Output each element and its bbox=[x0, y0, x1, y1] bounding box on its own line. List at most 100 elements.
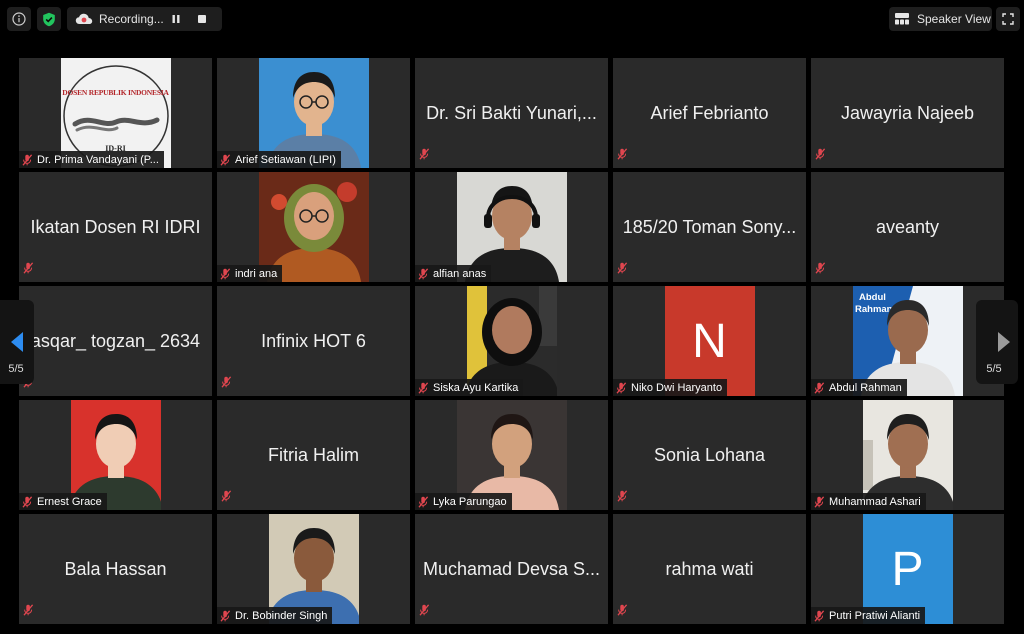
fullscreen-icon bbox=[1002, 13, 1014, 25]
participant-label: Abdul Rahman bbox=[811, 379, 907, 396]
participant-name: Abdul Rahman bbox=[829, 381, 902, 394]
pause-icon bbox=[172, 15, 180, 23]
info-button[interactable] bbox=[7, 7, 31, 31]
participant-label: Dr. Bobinder Singh bbox=[217, 607, 333, 624]
mic-muted-icon bbox=[616, 381, 627, 394]
participant-tile[interactable]: Muhammad Ashari bbox=[811, 400, 1004, 510]
participant-name: Arief Febrianto bbox=[650, 102, 769, 123]
participant-tile[interactable]: Fitria Halim bbox=[217, 400, 410, 510]
svg-text:Rahman: Rahman bbox=[855, 304, 893, 315]
mic-muted-icon bbox=[419, 148, 430, 160]
mic-status bbox=[221, 375, 232, 393]
participant-tile[interactable]: Lyka Parungao bbox=[415, 400, 608, 510]
participant-tile[interactable]: Jawayria Najeeb bbox=[811, 58, 1004, 168]
participant-tile[interactable]: Ernest Grace bbox=[19, 400, 212, 510]
mic-muted-icon bbox=[419, 604, 430, 616]
participant-tile[interactable]: DOSEN REPUBLIK INDONESIA ID-RI Dr. Prima V… bbox=[19, 58, 212, 168]
participant-tile[interactable]: Bala Hassan bbox=[19, 514, 212, 624]
participant-name: 185/20 Toman Sony... bbox=[622, 216, 797, 237]
participant-tile[interactable]: 185/20 Toman Sony... bbox=[613, 172, 806, 282]
shield-check-icon bbox=[43, 12, 55, 26]
participant-name: rahma wati bbox=[665, 558, 754, 579]
participant-name: Ikatan Dosen RI IDRI bbox=[30, 216, 201, 237]
mic-status bbox=[617, 261, 628, 279]
participant-name: asqar_ togzan_ 2634 bbox=[30, 330, 201, 351]
participant-tile[interactable]: Dr. Sri Bakti Yunari,... bbox=[415, 58, 608, 168]
mic-muted-icon bbox=[617, 262, 628, 274]
participant-tile[interactable]: asqar_ togzan_ 2634 bbox=[19, 286, 212, 396]
participant-name: Jawayria Najeeb bbox=[840, 102, 975, 123]
mic-muted-icon bbox=[23, 262, 34, 274]
participant-label: Siska Ayu Kartika bbox=[415, 379, 524, 396]
participant-tile[interactable]: indri ana bbox=[217, 172, 410, 282]
stop-icon bbox=[198, 15, 206, 23]
grid-view-icon bbox=[895, 13, 909, 25]
mic-muted-icon bbox=[220, 609, 231, 622]
participant-grid: DOSEN REPUBLIK INDONESIA ID-RI Dr. Prima V… bbox=[19, 58, 1007, 624]
pause-recording-button[interactable] bbox=[165, 8, 187, 30]
participant-name: aveanty bbox=[875, 216, 940, 237]
mic-muted-icon bbox=[617, 604, 628, 616]
participant-tile[interactable]: Arief Setiawan (LIPI) bbox=[217, 58, 410, 168]
mic-muted-icon bbox=[22, 153, 33, 166]
participant-label: Dr. Prima Vandayani (P... bbox=[19, 151, 164, 168]
mic-muted-icon bbox=[814, 495, 825, 508]
mic-muted-icon bbox=[221, 376, 232, 388]
participant-name: Infinix HOT 6 bbox=[261, 330, 366, 351]
mic-status bbox=[23, 603, 34, 621]
participant-label: Arief Setiawan (LIPI) bbox=[217, 151, 341, 168]
mic-muted-icon bbox=[220, 267, 231, 280]
participant-tile[interactable]: Infinix HOT 6 bbox=[217, 286, 410, 396]
participant-tile[interactable]: aveanty bbox=[811, 172, 1004, 282]
participant-name: Putri Pratiwi Alianti bbox=[829, 609, 921, 622]
mic-muted-icon bbox=[814, 609, 825, 622]
mic-muted-icon bbox=[221, 490, 232, 502]
participant-label: alfian anas bbox=[415, 265, 492, 282]
participant-tile[interactable]: Dr. Bobinder Singh bbox=[217, 514, 410, 624]
mic-status bbox=[419, 147, 430, 165]
arrow-left-icon bbox=[11, 332, 23, 352]
stop-recording-button[interactable] bbox=[191, 8, 213, 30]
mic-status bbox=[815, 147, 826, 165]
recording-indicator[interactable]: Recording... bbox=[67, 7, 222, 31]
page-indicator-left: 5/5 bbox=[8, 363, 24, 375]
participant-name: indri ana bbox=[235, 267, 278, 280]
mic-muted-icon bbox=[617, 148, 628, 160]
mic-status bbox=[815, 261, 826, 279]
speaker-view-button[interactable]: Speaker View bbox=[889, 7, 992, 31]
participant-tile[interactable]: P Putri Pratiwi Alianti bbox=[811, 514, 1004, 624]
participant-tile[interactable]: Ikatan Dosen RI IDRI bbox=[19, 172, 212, 282]
participant-label: Muhammad Ashari bbox=[811, 493, 926, 510]
participant-tile[interactable]: N Niko Dwi Haryanto bbox=[613, 286, 806, 396]
previous-page-button[interactable]: 5/5 bbox=[0, 300, 34, 384]
participant-label: indri ana bbox=[217, 265, 283, 282]
participant-name: Fitria Halim bbox=[267, 444, 359, 465]
participant-tile[interactable]: rahma wati bbox=[613, 514, 806, 624]
cloud-recording-icon bbox=[75, 13, 93, 24]
mic-status bbox=[617, 489, 628, 507]
participant-tile[interactable]: Sonia Lohana bbox=[613, 400, 806, 510]
participant-tile[interactable]: alfian anas bbox=[415, 172, 608, 282]
fullscreen-button[interactable] bbox=[996, 7, 1020, 31]
mic-status bbox=[617, 147, 628, 165]
mic-muted-icon bbox=[418, 381, 429, 394]
participant-tile[interactable]: Siska Ayu Kartika bbox=[415, 286, 608, 396]
participant-name: Ernest Grace bbox=[37, 495, 102, 508]
next-page-button[interactable]: 5/5 bbox=[976, 300, 1018, 384]
mic-status bbox=[419, 603, 430, 621]
security-button[interactable] bbox=[37, 7, 61, 31]
participant-tile[interactable]: Arief Febrianto bbox=[613, 58, 806, 168]
page-indicator-right: 5/5 bbox=[986, 363, 1002, 375]
participant-name: Niko Dwi Haryanto bbox=[631, 381, 723, 394]
participant-label: Lyka Parungao bbox=[415, 493, 512, 510]
mic-muted-icon bbox=[815, 148, 826, 160]
mic-muted-icon bbox=[22, 495, 33, 508]
speaker-view-label: Speaker View bbox=[917, 12, 991, 26]
mic-muted-icon bbox=[617, 490, 628, 502]
participant-name: Arief Setiawan (LIPI) bbox=[235, 153, 336, 166]
mic-muted-icon bbox=[815, 262, 826, 274]
participant-label: Putri Pratiwi Alianti bbox=[811, 607, 926, 624]
participant-name: Dr. Bobinder Singh bbox=[235, 609, 328, 622]
participant-tile[interactable]: Muchamad Devsa S... bbox=[415, 514, 608, 624]
participant-name: Muhammad Ashari bbox=[829, 495, 921, 508]
